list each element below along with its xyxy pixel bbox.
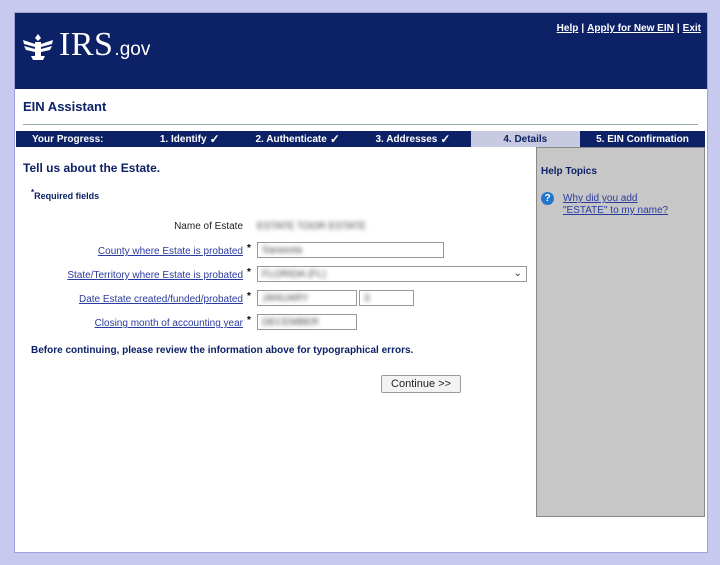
main-content: Tell us about the Estate. *Required fiel…: [15, 147, 535, 552]
required-star: *: [247, 267, 251, 278]
help-sidebar: Help Topics ? Why did you add "ESTATE" t…: [536, 147, 705, 517]
review-note: Before continuing, please review the inf…: [31, 345, 414, 356]
progress-label: Your Progress:: [32, 133, 104, 145]
section-title: Tell us about the Estate.: [23, 161, 161, 175]
estate-name-value: ESTATE TOOR ESTATE: [257, 221, 366, 232]
exit-link[interactable]: Exit: [683, 23, 701, 34]
browser-frame: IRS .gov Help | Apply for New EIN | Exit EIN…: [14, 12, 708, 553]
link-separator: |: [676, 23, 680, 34]
progress-step-label: 5. EIN Confirmation: [596, 133, 689, 145]
required-fields-note: *Required fields: [31, 188, 100, 201]
progress-step-ein-confirmation: 5. EIN Confirmation: [580, 131, 705, 147]
state-label: State/Territory where Estate is probated: [67, 270, 243, 281]
progress-step-label: 4. Details: [503, 133, 548, 145]
help-link[interactable]: Help: [557, 23, 579, 34]
logo-irs-text: IRS: [59, 26, 114, 63]
help-topics-title: Help Topics: [541, 166, 597, 177]
progress-step-authenticate: 2. Authenticate ✓: [240, 131, 355, 147]
county-label: County where Estate is probated: [98, 246, 243, 257]
county-input[interactable]: Sarasota: [257, 242, 444, 258]
help-topic-link[interactable]: Why did you add "ESTATE" to my name?: [563, 193, 683, 217]
county-help-link[interactable]: County where Estate is probated: [98, 246, 243, 257]
apply-new-ein-link[interactable]: Apply for New EIN: [587, 23, 674, 34]
progress-bar: Your Progress: 1. Identify ✓ 2. Authentic…: [16, 131, 705, 147]
state-help-link[interactable]: State/Territory where Estate is probated: [67, 270, 243, 281]
date-month-select[interactable]: JANUARY: [257, 290, 357, 306]
progress-step-details: 4. Details: [470, 131, 580, 147]
question-icon: ?: [541, 192, 554, 205]
progress-step-addresses: 3. Addresses ✓: [355, 131, 470, 147]
progress-step-label: 1. Identify: [159, 133, 207, 145]
chevron-down-icon: ⌄: [513, 268, 522, 279]
site-header: IRS .gov Help | Apply for New EIN | Exit: [15, 13, 707, 89]
progress-step-label: 2. Authenticate: [255, 133, 327, 145]
title-divider: [23, 124, 698, 125]
checkmark-icon: ✓: [329, 132, 340, 146]
continue-button[interactable]: Continue >>: [381, 375, 461, 393]
date-day-input[interactable]: 3: [359, 290, 414, 306]
date-help-link[interactable]: Date Estate created/funded/probated: [79, 294, 243, 305]
checkmark-icon: ✓: [209, 132, 220, 146]
link-separator: |: [581, 23, 585, 34]
page-title: EIN Assistant: [23, 99, 107, 114]
state-select[interactable]: FLORIDA (FL) ⌄: [257, 266, 527, 282]
checkmark-icon: ✓: [440, 132, 451, 146]
closing-month-select[interactable]: DECEMBER: [257, 314, 357, 330]
irs-eagle-icon: [23, 34, 53, 60]
progress-step-identify: 1. Identify ✓: [139, 131, 240, 147]
required-star: *: [247, 315, 251, 326]
progress-step-label: 3. Addresses: [375, 133, 438, 145]
estate-name-label: Name of Estate: [174, 221, 243, 232]
closing-month-help-link[interactable]: Closing month of accounting year: [95, 318, 243, 329]
date-label: Date Estate created/funded/probated: [79, 294, 243, 305]
required-star: *: [247, 243, 251, 254]
closing-month-label: Closing month of accounting year: [95, 318, 243, 329]
top-links: Help | Apply for New EIN | Exit: [557, 23, 701, 34]
irs-logo[interactable]: IRS .gov: [21, 28, 150, 62]
logo-gov-text: .gov: [114, 39, 151, 60]
required-star: *: [247, 291, 251, 302]
